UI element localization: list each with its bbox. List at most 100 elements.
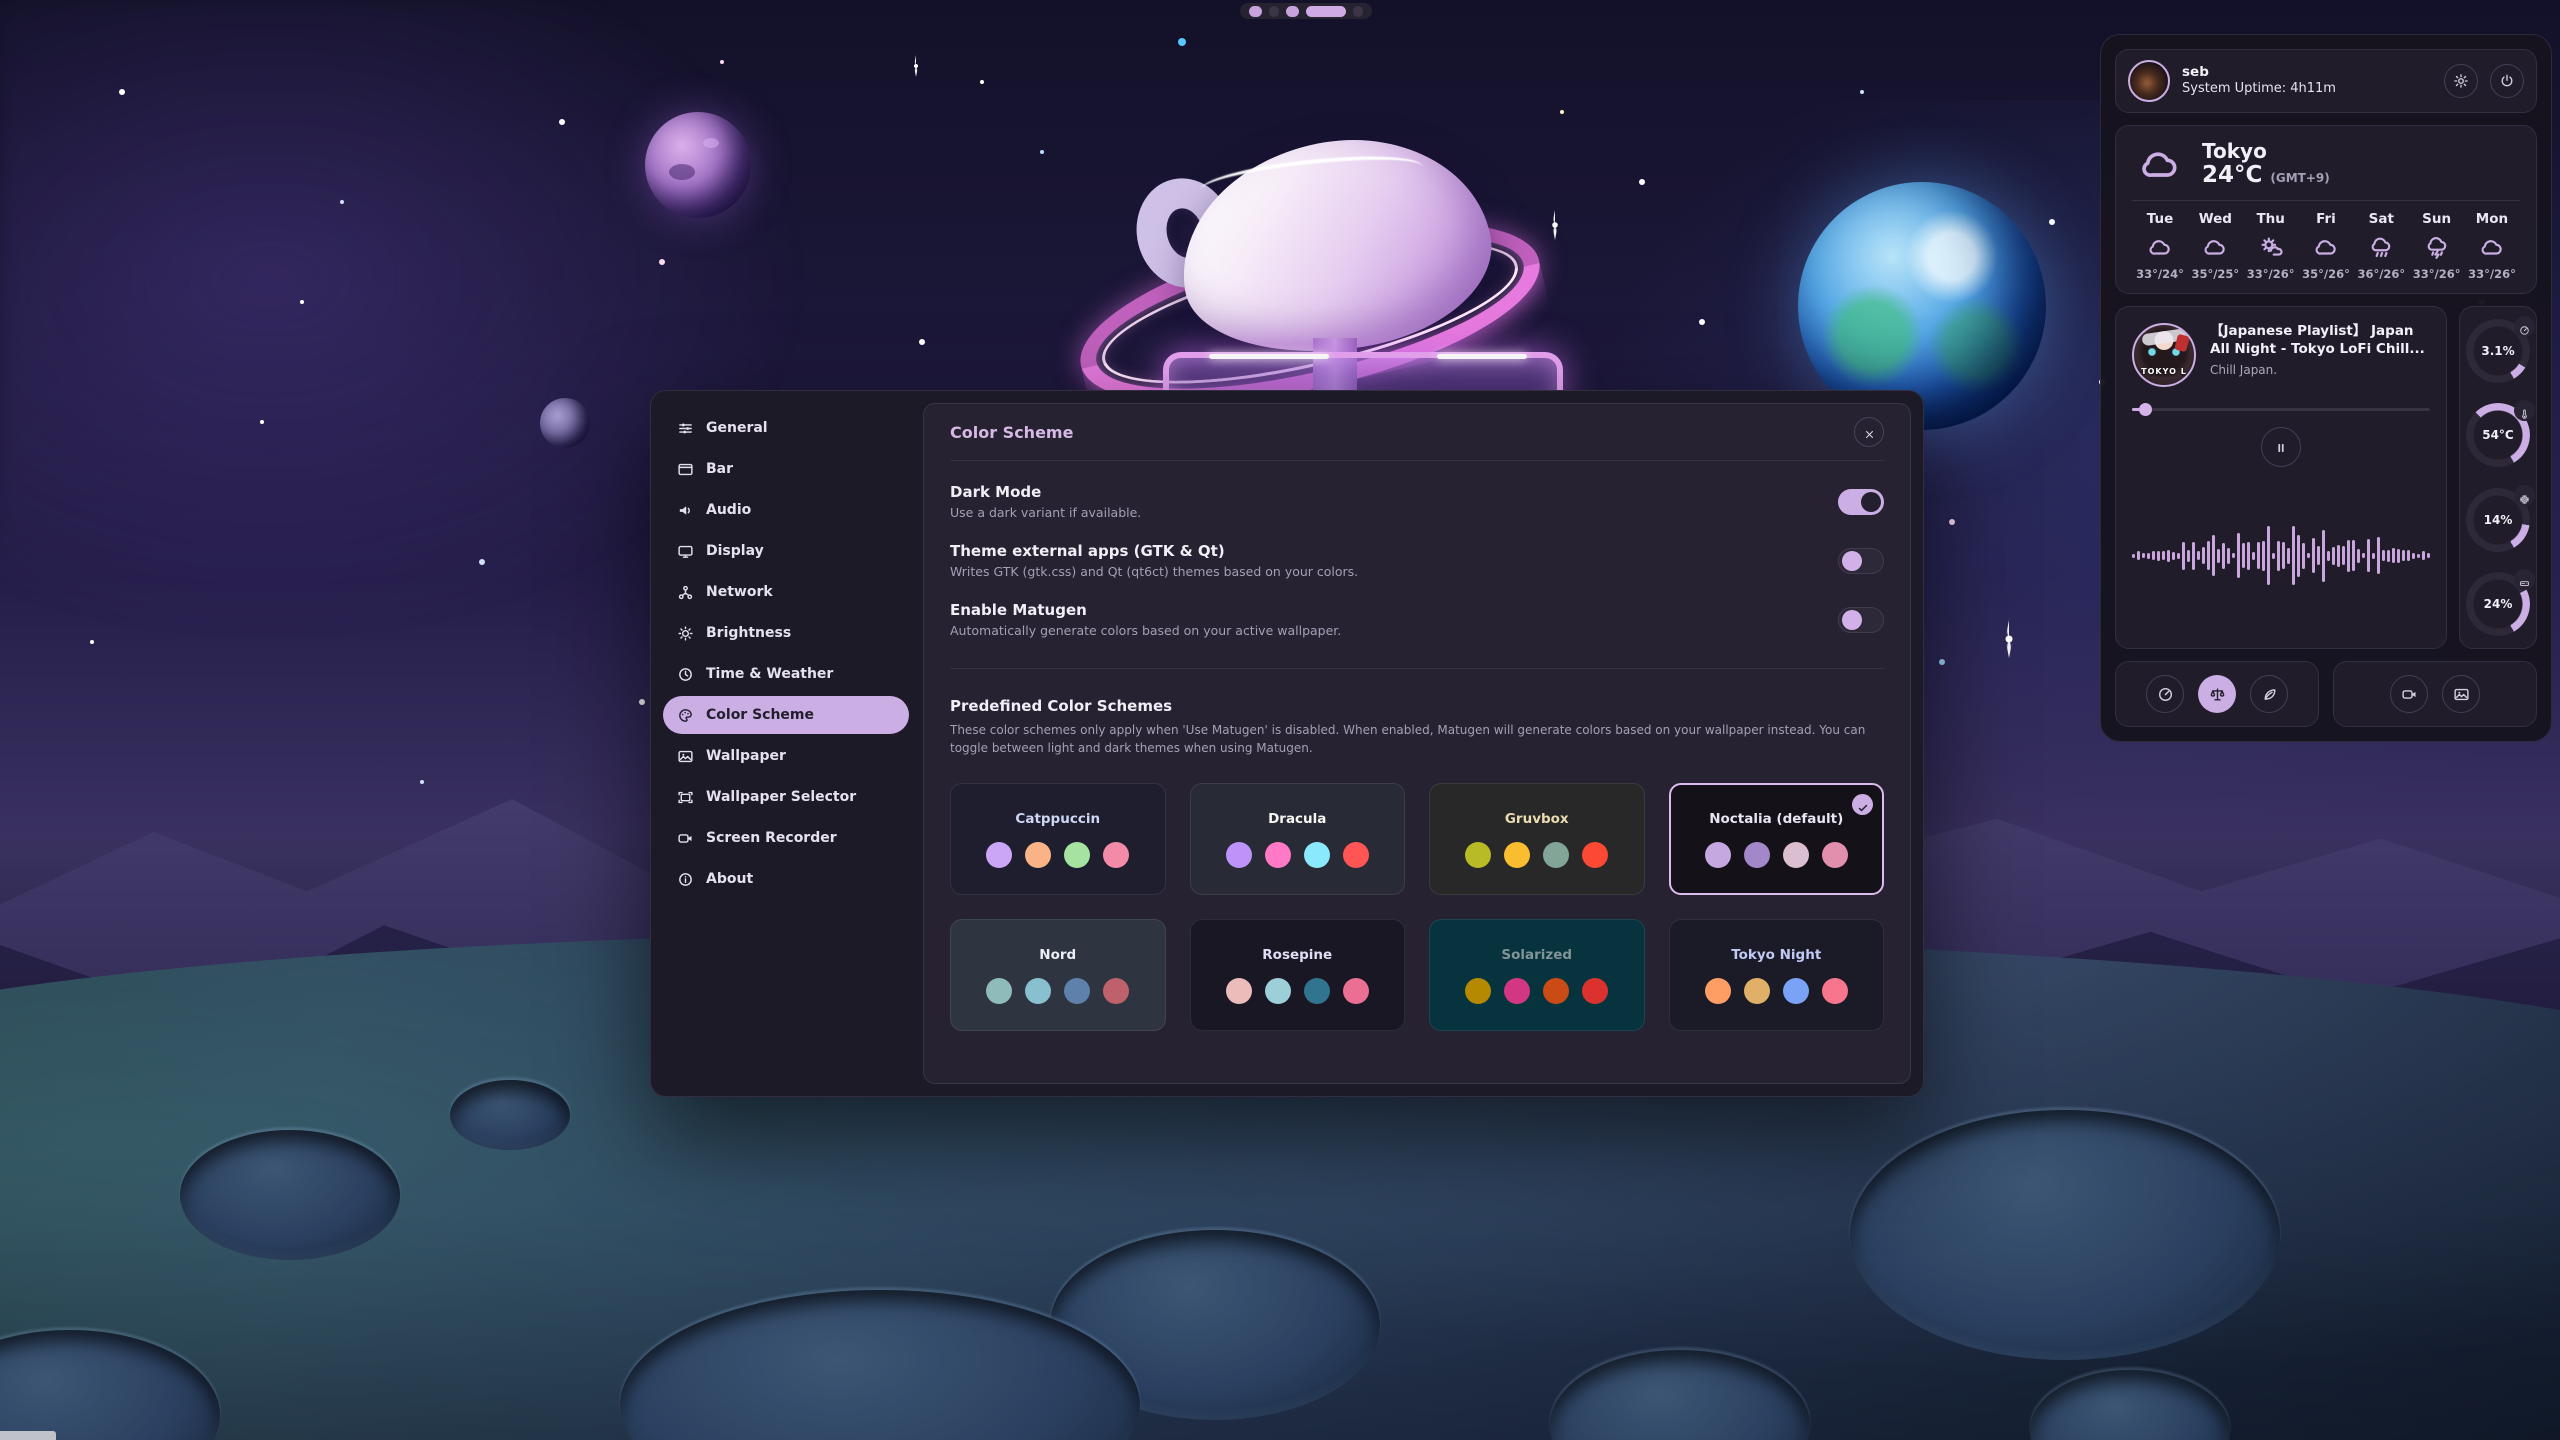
workspace-4[interactable] — [1306, 6, 1346, 17]
settings-sidebar: GeneralBarAudioDisplayNetworkBrightnessT… — [651, 391, 921, 1096]
stat-gauge: 54°C — [2466, 403, 2530, 467]
color-swatch — [1064, 978, 1090, 1004]
forecast-day: Sat 36°/26° — [2355, 211, 2407, 281]
side-panel: seb System Uptime: 4h11m Tokyo 24°C (GMT… — [2100, 34, 2552, 742]
color-swatch — [1304, 978, 1330, 1004]
workspace-3[interactable] — [1286, 6, 1299, 17]
workspace-1[interactable] — [1249, 6, 1262, 17]
workspace-indicator[interactable] — [1240, 3, 1372, 19]
user-name: seb — [2182, 64, 2432, 81]
scheme-card-solarized[interactable]: Solarized — [1429, 919, 1645, 1031]
sidebar-item-network[interactable]: Network — [663, 573, 909, 611]
cloud-icon — [2313, 234, 2339, 260]
section-description: These color schemes only apply when 'Use… — [950, 721, 1870, 757]
toggle-row: Dark ModeUse a dark variant if available… — [950, 483, 1884, 520]
color-swatch — [1025, 842, 1051, 868]
sidebar-item-wallpaper-selector[interactable]: Wallpaper Selector — [663, 778, 909, 816]
profile-button-gauge[interactable] — [2146, 675, 2184, 713]
toggle-theme-external-apps-gtk-qt[interactable] — [1838, 548, 1884, 574]
avatar — [2128, 60, 2170, 102]
action-button-image[interactable] — [2442, 675, 2480, 713]
crater — [180, 1130, 400, 1260]
cloud-icon — [2132, 142, 2188, 186]
scheme-grid: Catppuccin Dracula Gruvbox Noctalia (def… — [950, 783, 1884, 1031]
profile-button-leaf[interactable] — [2250, 675, 2288, 713]
weather-card: Tokyo 24°C (GMT+9) Tue 33°/24° Wed 35°/2… — [2115, 125, 2537, 294]
sidebar-item-general[interactable]: General — [663, 409, 909, 447]
bottom-corner-fragment — [0, 1431, 56, 1440]
weather-current: Tokyo 24°C (GMT+9) — [2132, 140, 2520, 188]
scheme-card-tokyo-night[interactable]: Tokyo Night — [1669, 919, 1885, 1031]
user-info: seb System Uptime: 4h11m — [2182, 64, 2432, 97]
color-swatch — [1543, 978, 1569, 1004]
sidebar-item-display[interactable]: Display — [663, 532, 909, 570]
album-art-text: TOKYO L — [2134, 367, 2194, 376]
play-pause-button[interactable] — [2261, 427, 2301, 467]
color-swatch — [1064, 842, 1090, 868]
palette-icon — [677, 707, 694, 724]
weather-timezone: (GMT+9) — [2270, 171, 2329, 185]
clock-icon — [677, 666, 694, 683]
quick-actions-card — [2333, 661, 2537, 727]
planet-spot — [703, 138, 719, 148]
planet-spot — [669, 164, 695, 180]
divider — [2132, 200, 2520, 201]
stat-gauge: 3.1% — [2466, 319, 2530, 383]
check-icon — [1857, 799, 1869, 811]
cloud-icon — [2202, 234, 2228, 260]
storm-cloud-icon — [2424, 234, 2450, 260]
scheme-card-catppuccin[interactable]: Catppuccin — [950, 783, 1166, 895]
window-icon — [677, 461, 694, 478]
color-swatch — [1783, 842, 1809, 868]
sidebar-item-color-scheme[interactable]: Color Scheme — [663, 696, 909, 734]
sidebar-item-bar[interactable]: Bar — [663, 450, 909, 488]
sliders-icon — [677, 420, 694, 437]
sidebar-item-screen-recorder[interactable]: Screen Recorder — [663, 819, 909, 857]
pause-icon — [2274, 440, 2288, 454]
workspace-2[interactable] — [1269, 6, 1279, 17]
sidebar-item-audio[interactable]: Audio — [663, 491, 909, 529]
forecast-day: Fri 35°/26° — [2300, 211, 2352, 281]
media-and-stats: TOKYO L 【Japanese Playlist】 Japan All Ni… — [2115, 306, 2537, 649]
action-button-video[interactable] — [2390, 675, 2428, 713]
scheme-card-gruvbox[interactable]: Gruvbox — [1429, 783, 1645, 895]
stat-gauge: 24% — [2466, 572, 2530, 636]
forecast-day: Sun 33°/26° — [2411, 211, 2463, 281]
divider — [950, 460, 1884, 461]
sidebar-item-wallpaper[interactable]: Wallpaper — [663, 737, 909, 775]
weather-temperature: 24°C — [2202, 162, 2262, 188]
color-swatch — [1343, 842, 1369, 868]
album-art: TOKYO L — [2132, 323, 2196, 387]
sidebar-item-brightness[interactable]: Brightness — [663, 614, 909, 652]
saturn-cup-artwork — [1085, 120, 1555, 410]
color-swatch — [1226, 978, 1252, 1004]
display-icon — [677, 543, 694, 560]
neon-highlight — [1209, 354, 1329, 359]
scheme-card-dracula[interactable]: Dracula — [1190, 783, 1406, 895]
seek-bar[interactable] — [2132, 403, 2430, 415]
cloud-icon — [2147, 234, 2173, 260]
sidebar-item-about[interactable]: About — [663, 860, 909, 898]
color-swatch — [1783, 978, 1809, 1004]
scheme-card-rosepine[interactable]: Rosepine — [1190, 919, 1406, 1031]
gauge-icon — [2519, 321, 2530, 332]
color-swatch — [1705, 842, 1731, 868]
seek-knob[interactable] — [2139, 403, 2152, 416]
scheme-card-noctalia-default[interactable]: Noctalia (default) — [1669, 783, 1885, 895]
power-profiles-card — [2115, 661, 2319, 727]
power-button[interactable] — [2490, 64, 2524, 98]
toggle-enable-matugen[interactable] — [1838, 607, 1884, 633]
color-swatch — [1226, 842, 1252, 868]
user-card: seb System Uptime: 4h11m — [2115, 49, 2537, 113]
scheme-card-nord[interactable]: Nord — [950, 919, 1166, 1031]
profile-button-scales[interactable] — [2198, 675, 2236, 713]
close-button[interactable] — [1854, 417, 1884, 447]
toggle-dark-mode[interactable] — [1838, 489, 1884, 515]
settings-window: GeneralBarAudioDisplayNetworkBrightnessT… — [650, 390, 1924, 1097]
settings-button[interactable] — [2444, 64, 2478, 98]
color-swatch — [1265, 978, 1291, 1004]
power-icon — [2499, 73, 2515, 89]
workspace-5[interactable] — [1353, 6, 1363, 17]
info-icon — [677, 871, 694, 888]
sidebar-item-time-weather[interactable]: Time & Weather — [663, 655, 909, 693]
